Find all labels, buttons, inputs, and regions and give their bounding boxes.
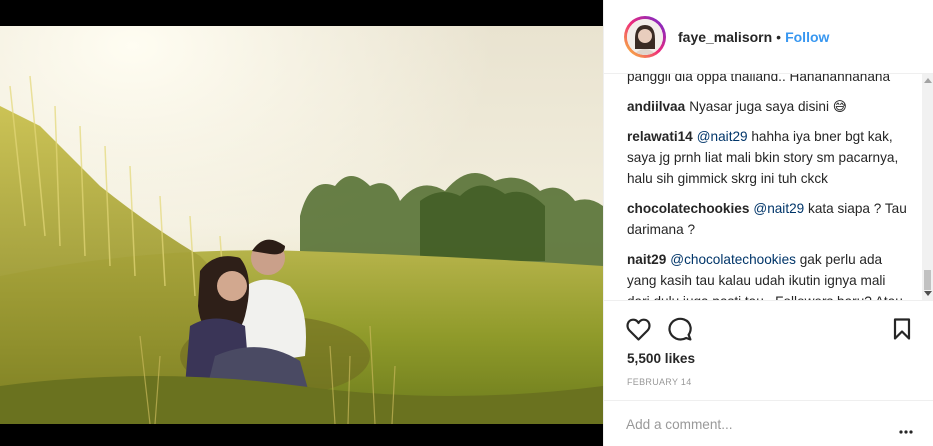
comment-item: panggil dia oppa thailand.. Hahahahhahah… (627, 74, 907, 87)
scroll-down-arrow-icon[interactable] (924, 291, 932, 296)
comment-item: relawati14 @nait29 hahha iya bner bgt kak… (627, 126, 907, 189)
avatar-image (627, 18, 663, 55)
post-date[interactable]: FEBRUARY 14 (627, 377, 692, 387)
comment-mention[interactable]: @nait29 (753, 201, 804, 216)
couple-in-grass-photo (0, 26, 603, 424)
comment-item: andiilvaa Nyasar juga saya disini 😅 (627, 96, 907, 117)
comment-username[interactable]: chocolatechookies (627, 201, 749, 216)
comment-item: chocolatechookies @nait29 kata siapa ? Ta… (627, 198, 907, 240)
likes-count[interactable]: 5,500 likes (627, 351, 695, 366)
scrollbar-thumb[interactable] (924, 270, 931, 290)
add-comment-input[interactable] (626, 413, 876, 435)
scroll-up-arrow-icon[interactable] (924, 78, 932, 83)
comments-scroll-content: panggil dia oppa thailand.. Hahahahhahah… (627, 74, 907, 300)
comment-username[interactable]: relawati14 (627, 129, 693, 144)
post-side-panel: faye_malisorn • Follow panggil dia oppa … (603, 0, 933, 446)
comment-text: panggil dia oppa thailand.. Hahahahhahah… (627, 74, 891, 84)
comment-mention[interactable]: @nait29 (697, 129, 748, 144)
comment-username[interactable]: andiilvaa (627, 99, 685, 114)
comment-username[interactable]: nait29 (627, 252, 666, 267)
post-photo-pane (0, 0, 603, 446)
add-comment-bar (604, 400, 933, 446)
header-separator: • (776, 28, 782, 45)
avatar[interactable] (624, 15, 666, 58)
post-photo[interactable] (0, 26, 603, 424)
comments-scrollbar[interactable] (922, 74, 933, 300)
profile-photo-icon (627, 18, 663, 55)
comment-mention[interactable]: @chocolatechookies (670, 252, 796, 267)
comment-text: Nyasar juga saya disini 😅 (689, 99, 847, 114)
heart-icon[interactable] (626, 318, 651, 346)
post-actions: 5,500 likes FEBRUARY 14 (604, 300, 933, 400)
comment-item: nait29 @chocolatechookies gak perlu ada y… (627, 249, 907, 300)
bookmark-icon[interactable] (893, 318, 911, 345)
comment-bubble-icon[interactable] (668, 317, 692, 346)
post-author-username[interactable]: faye_malisorn (678, 29, 772, 45)
post-header: faye_malisorn • Follow (604, 0, 933, 74)
more-options-icon[interactable] (899, 421, 913, 439)
comments-list[interactable]: panggil dia oppa thailand.. Hahahahhahah… (604, 74, 922, 300)
follow-button[interactable]: Follow (785, 29, 829, 45)
